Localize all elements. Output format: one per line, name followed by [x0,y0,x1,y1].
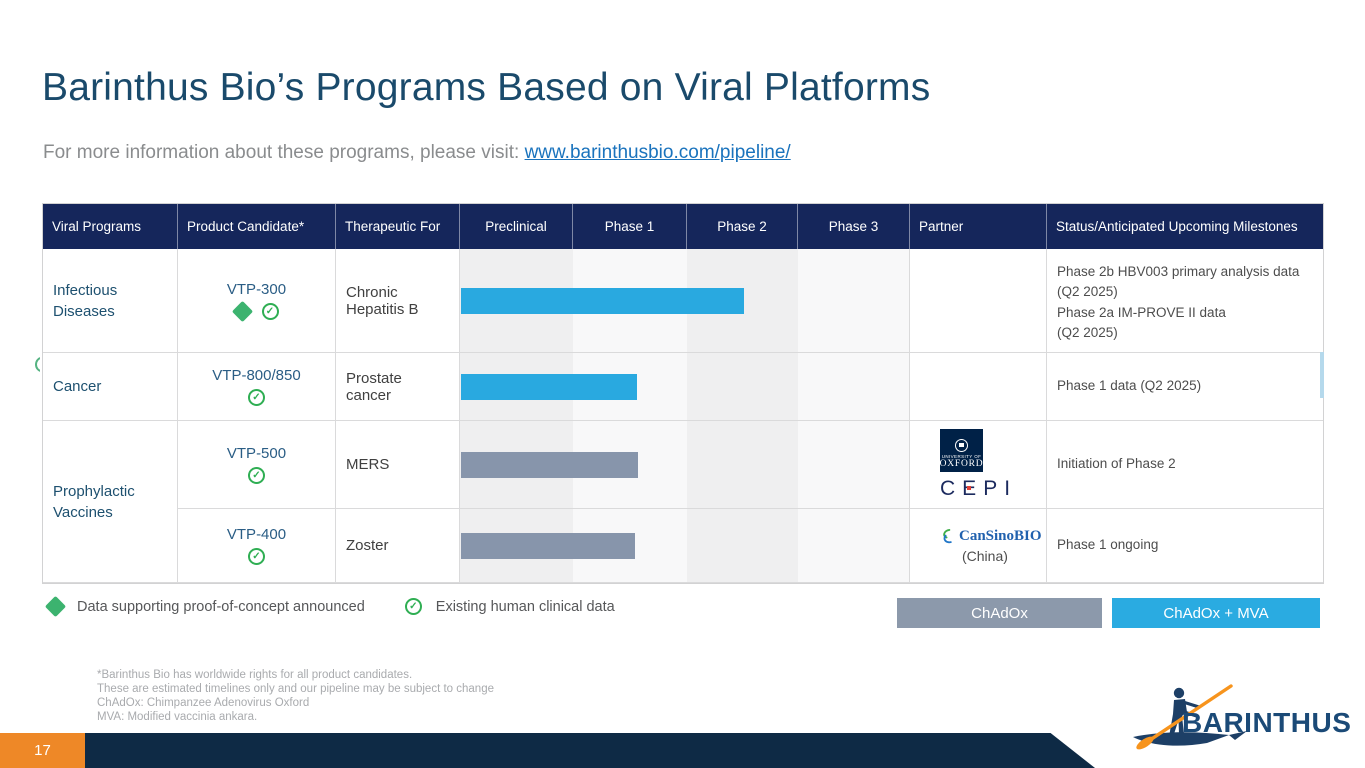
program-cell-infectious-diseases: Infectious Diseases [43,249,178,353]
partner-cell-empty [910,353,1047,421]
legend-diamond-label: Data supporting proof-of-concept announc… [77,599,365,615]
therapeutic-cell: Zoster [336,509,460,583]
column-header-partner: Partner [910,204,1047,249]
column-header-therapeutic-for: Therapeutic For [336,204,460,249]
program-cell-cancer: Cancer [43,353,178,421]
milestones-cell: Phase 1 data (Q2 2025) [1047,353,1323,421]
column-header-product-candidate: Product Candidate* [178,204,336,249]
pipeline-table: Viral Programs Product Candidate* Therap… [42,203,1324,584]
footnote-line: *Barinthus Bio has worldwide rights for … [97,668,494,682]
university-of-oxford-logo: UNIVERSITY OF OXFORD [940,429,983,472]
candidate-name: VTP-400 [227,526,286,543]
therapeutic-cell: Chronic Hepatitis B [336,249,460,353]
column-header-viral-programs: Viral Programs [43,204,178,249]
phase-track [460,421,910,509]
barinthus-logo: BARINTHUS [1095,682,1353,750]
cansinobio-logo: CanSinoBIO [940,528,1042,545]
footnote-line: MVA: Modified vaccinia ankara. [97,710,494,724]
presentation-slide: Barinthus Bio’s Programs Based on Viral … [0,0,1365,768]
subtitle: For more information about these program… [43,142,791,164]
partner-cell-cansinobio: CanSinoBIO (China) [910,509,1047,583]
legend-check-icon: ✓ [405,598,422,615]
pipeline-bar-vtp-500 [461,452,638,478]
subtitle-text: For more information about these program… [43,142,525,163]
milestones-cell: Initiation of Phase 2 [1047,421,1323,509]
page-number-box: 17 [0,733,85,768]
column-header-status: Status/Anticipated Upcoming Milestones [1047,204,1323,249]
legend: Data supporting proof-of-concept announc… [48,598,615,615]
right-edge-decoration [1320,352,1324,398]
milestones-cell: Phase 2b HBV003 primary analysis data (Q… [1047,249,1323,353]
phase-track [460,249,910,353]
clinical-data-check-icon: ✓ [262,303,279,320]
chadox-legend-chip: ChAdOx [897,598,1102,628]
clinical-data-check-icon: ✓ [248,389,265,406]
footnote-line: ChAdOx: Chimpanzee Adenovirus Oxford [97,696,494,710]
proof-of-concept-diamond-icon [231,301,252,322]
badge-row: ✓ [248,467,265,484]
pipeline-bar-vtp-800-850 [461,374,637,400]
candidate-cell-vtp-800-850: VTP-800/850 ✓ [178,353,336,421]
candidate-name: VTP-300 [227,281,286,298]
barinthus-wordmark: BARINTHUS [1182,707,1351,739]
candidate-cell-vtp-400: VTP-400 ✓ [178,509,336,583]
badge-row: ✓ [235,303,279,320]
badge-row: ✓ [248,389,265,406]
pipeline-link[interactable]: www.barinthusbio.com/pipeline/ [525,142,791,163]
chadox-mva-legend-chip: ChAdOx + MVA [1112,598,1320,628]
therapeutic-cell: MERS [336,421,460,509]
clinical-data-check-icon: ✓ [248,548,265,565]
phase-track [460,353,910,421]
candidate-name: VTP-800/850 [212,367,300,384]
footnotes: *Barinthus Bio has worldwide rights for … [97,668,494,724]
column-header-phase-1: Phase 1 [573,204,687,249]
pipeline-bar-vtp-400 [461,533,635,559]
pipeline-bar-vtp-300 [461,288,744,314]
candidate-name: VTP-500 [227,445,286,462]
candidate-cell-vtp-500: VTP-500 ✓ [178,421,336,509]
partner-cell-oxford-cepi: UNIVERSITY OF OXFORD CEPI [910,421,1047,509]
page-title: Barinthus Bio’s Programs Based on Viral … [42,66,930,110]
phase-track [460,509,910,583]
legend-diamond-icon [45,596,66,617]
therapeutic-cell: Prostate cancer [336,353,460,421]
column-header-phase-3: Phase 3 [798,204,910,249]
partner-country: (China) [962,548,1008,564]
milestones-cell: Phase 1 ongoing [1047,509,1323,583]
column-header-phase-2: Phase 2 [687,204,798,249]
cepi-logo: CEPI [940,477,1017,501]
badge-row: ✓ [248,548,265,565]
column-header-preclinical: Preclinical [460,204,573,249]
cansinobio-swirl-icon [940,528,955,545]
clinical-data-check-icon: ✓ [248,467,265,484]
partner-cell-empty [910,249,1047,353]
oxford-crest-icon [955,439,968,452]
page-number: 17 [34,742,51,759]
footer-bar [85,733,1095,768]
legend-check-label: Existing human clinical data [436,599,615,615]
program-cell-prophylactic-vaccines: Prophylactic Vaccines [43,421,178,583]
candidate-cell-vtp-300: VTP-300 ✓ [178,249,336,353]
footnote-line: These are estimated timelines only and o… [97,682,494,696]
